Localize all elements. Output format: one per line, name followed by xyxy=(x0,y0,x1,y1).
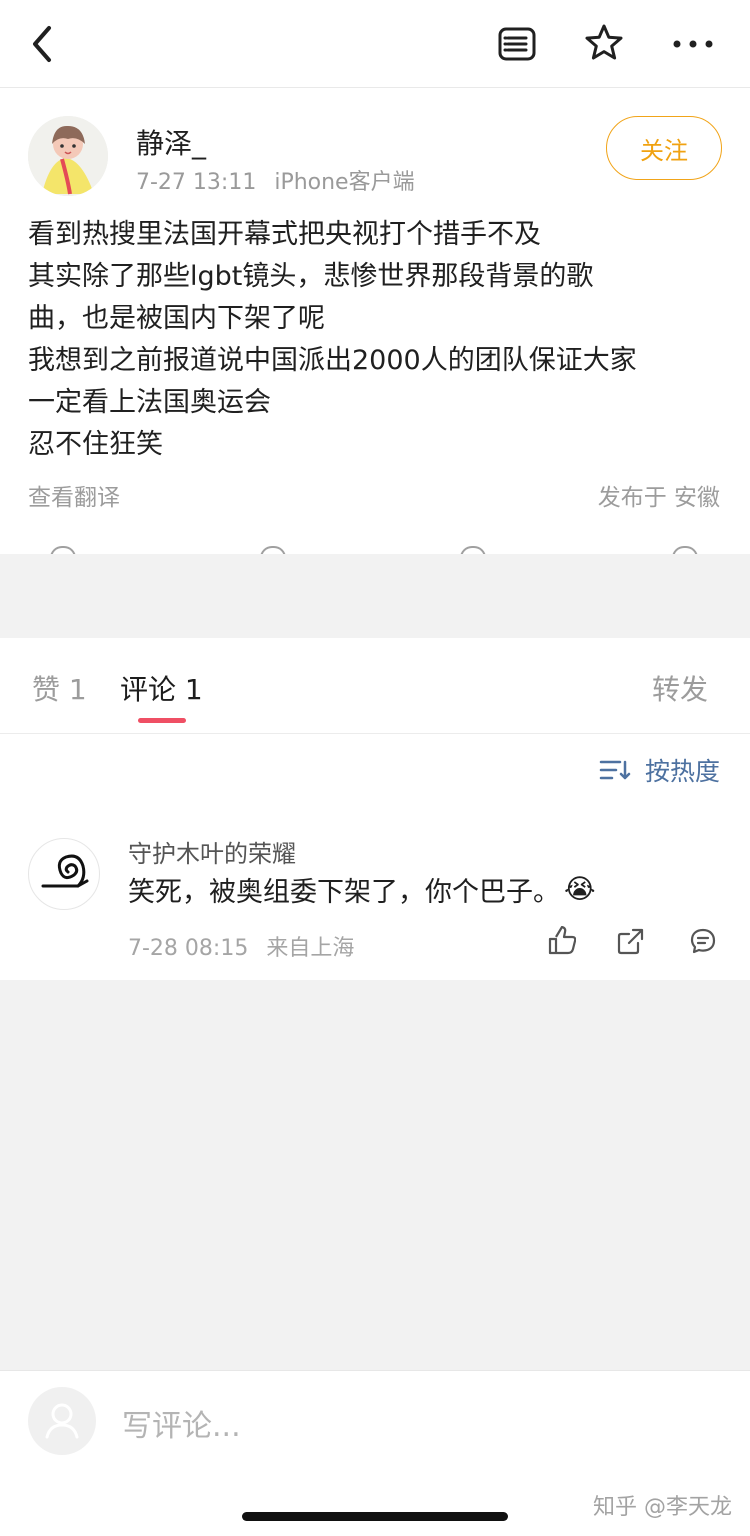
post-source: iPhone客户端 xyxy=(274,170,415,195)
share-box-icon xyxy=(617,928,644,955)
post-action-icon-partial[interactable] xyxy=(460,546,486,554)
tab-reposts[interactable]: 转发 xyxy=(652,668,708,708)
leaf-village-symbol-icon xyxy=(41,854,89,888)
active-tab-indicator xyxy=(138,718,186,723)
favorite-button[interactable] xyxy=(578,18,630,68)
post-content: 看到热搜里法国开幕式把央视打个措手不及 其实除了那些lgbt镜头，悲惨世界那段背… xyxy=(28,214,728,466)
post-meta: 7-27 13:11 iPhone客户端 xyxy=(136,164,415,196)
current-user-avatar[interactable] xyxy=(28,1387,96,1455)
post-username[interactable]: 静泽_ xyxy=(136,122,206,162)
tab-comments[interactable]: 评论 1 xyxy=(120,668,203,708)
follow-button[interactable]: 关注 xyxy=(606,116,722,180)
chevron-left-icon xyxy=(33,26,51,62)
comment-body: 笑死，被奥组委下架了，你个巴子。 xyxy=(128,877,560,908)
avatar-illustration-icon xyxy=(28,116,108,196)
post-content-line: 看到热搜里法国开幕式把央视打个措手不及 xyxy=(28,219,541,250)
post-action-icon-partial[interactable] xyxy=(260,546,286,554)
tab-likes[interactable]: 赞 1 xyxy=(32,668,87,708)
more-options-button[interactable] xyxy=(666,20,720,68)
comment-date: 7-28 08:15 xyxy=(128,936,249,961)
back-button[interactable] xyxy=(14,20,68,68)
document-list-icon xyxy=(498,27,536,61)
sort-label: 按热度 xyxy=(644,757,720,786)
bottom-comment-bar: 写评论... 知乎 @李天龙 xyxy=(0,1370,750,1536)
post-content-line: 曲，也是被国内下架了呢 xyxy=(28,303,325,334)
comment-like-button[interactable] xyxy=(544,924,578,958)
comment-bubble-icon xyxy=(690,928,716,954)
thumbs-up-icon xyxy=(548,926,576,955)
post-card: 静泽_ 7-27 13:11 iPhone客户端 关注 看到热搜里法国开幕式把央视… xyxy=(0,88,750,554)
comment-username[interactable]: 守护木叶的荣耀 xyxy=(128,834,296,869)
detail-view-button[interactable] xyxy=(492,20,542,68)
publish-location: 发布于 安徽 xyxy=(597,485,720,511)
post-content-line: 其实除了那些lgbt镜头，悲惨世界那段背景的歌 xyxy=(28,261,594,292)
comment-text: 笑死，被奥组委下架了，你个巴子。 😭 xyxy=(128,870,596,909)
more-horizontal-icon xyxy=(673,40,713,48)
user-placeholder-icon xyxy=(45,1403,79,1439)
post-date: 7-27 13:11 xyxy=(136,170,257,195)
view-translation-link[interactable]: 查看翻译 xyxy=(28,478,120,512)
comment-location: 来自上海 xyxy=(266,936,355,961)
comment-share-button[interactable] xyxy=(614,924,648,958)
sort-by-hotness-button[interactable]: 按热度 xyxy=(599,752,720,788)
post-action-icon-partial[interactable] xyxy=(50,546,76,554)
top-navigation-bar xyxy=(0,0,750,88)
crying-laughing-emoji-icon: 😭 xyxy=(564,874,596,905)
comments-section: 按热度 守护木叶的荣耀 笑死，被奥组委下架了，你个巴子。 😭 7-28 08:1… xyxy=(0,734,750,980)
sort-icon xyxy=(599,760,631,780)
platform-watermark: 知乎 @李天龙 xyxy=(593,1495,732,1520)
comment-user-avatar[interactable] xyxy=(28,838,100,910)
comment-input[interactable]: 写评论... xyxy=(122,1401,241,1445)
post-content-line: 忍不住狂笑 xyxy=(28,429,163,460)
interaction-tabs: 赞 1 评论 1 转发 xyxy=(0,638,750,734)
post-author-avatar[interactable] xyxy=(28,116,108,196)
star-outline-icon xyxy=(585,24,623,60)
comment-meta: 7-28 08:15 来自上海 xyxy=(128,930,354,962)
comment-reply-button[interactable] xyxy=(686,924,720,958)
post-content-line: 我想到之前报道说中国派出2000人的团队保证大家 xyxy=(28,345,637,376)
post-action-icon-partial[interactable] xyxy=(672,546,698,554)
home-indicator[interactable] xyxy=(242,1512,508,1521)
post-content-line: 一定看上法国奥运会 xyxy=(28,387,271,418)
